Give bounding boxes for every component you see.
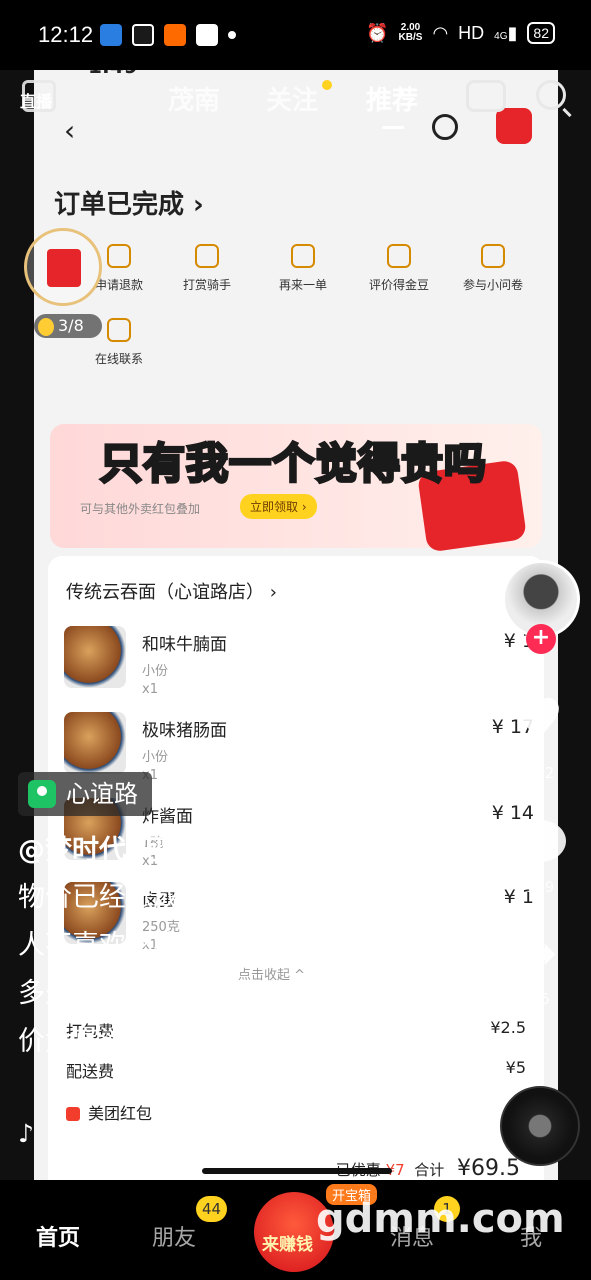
- follow-button[interactable]: +: [526, 624, 556, 654]
- item-name: 和味牛腩面: [142, 635, 227, 655]
- action-reorder: 再来一单: [258, 244, 348, 293]
- notification-icons: [100, 24, 236, 46]
- camera-icon[interactable]: [466, 80, 506, 112]
- home-indicator: [202, 1168, 392, 1174]
- active-tab-indicator: [382, 126, 404, 129]
- site-watermark: gdmm.com: [316, 1196, 565, 1242]
- share-count: 36: [530, 990, 550, 1008]
- signal-icon: 4G▮: [494, 22, 518, 43]
- tab-local[interactable]: 茂南: [168, 80, 220, 117]
- food-thumbnail: [64, 712, 126, 774]
- following-update-dot: [322, 80, 332, 90]
- item-name: 极味猪肠面: [142, 721, 227, 741]
- item-spec: 小份: [142, 750, 169, 765]
- nav-friends[interactable]: 朋友: [152, 1220, 196, 1252]
- system-indicators: ⏰ 2.00 KB/S ◠ HD 4G▮ 82: [366, 22, 555, 44]
- promo-subtext: 可与其他外卖红包叠加: [80, 502, 201, 516]
- music-disc[interactable]: [500, 1086, 580, 1166]
- inner-time: 1:49: [88, 70, 138, 78]
- app-notification-icon: [100, 24, 122, 46]
- system-status-bar: 12:12 ⏰ 2.00 KB/S ◠ HD 4G▮ 82: [0, 0, 591, 70]
- location-name: 心谊路: [66, 780, 138, 808]
- action-review: 评价得金豆: [354, 244, 444, 293]
- network-type: HD: [458, 22, 485, 43]
- food-thumbnail: [64, 626, 126, 688]
- tab-following[interactable]: 关注: [266, 80, 318, 117]
- top-navigation: 直播 茂南 关注 推荐: [0, 80, 591, 129]
- like-count: 242: [525, 764, 555, 782]
- music-note-icon: ♪: [18, 1119, 34, 1148]
- like-heart-icon[interactable]: [510, 686, 570, 754]
- app2-notification-icon: [196, 24, 218, 46]
- comment-count: 199: [525, 878, 555, 896]
- live-button[interactable]: 直播: [20, 88, 52, 112]
- order-detail-card: 传统云吞面（心谊路店） › 和味牛腩面 小份 x1 ¥ 1 极味猪肠面 小份 x…: [48, 556, 544, 1180]
- promo-claim-button: 立即领取 ›: [240, 494, 317, 519]
- translate-notification-icon: [132, 24, 154, 46]
- red-envelope-icon: [47, 249, 81, 287]
- list-item: 和味牛腩面 小份 x1 ¥ 1: [64, 626, 534, 706]
- video-description: 物价已经涨成这样了吗，难怪外地人不喜欢吃我们传统竹升面，要吃多少个才饱？#竹升面…: [18, 882, 428, 1057]
- share-icon[interactable]: [510, 924, 570, 984]
- item-spec: 小份: [142, 664, 169, 679]
- location-pin-icon: [28, 780, 56, 808]
- tab-recommend[interactable]: 推荐: [366, 80, 418, 117]
- author-name[interactable]: @梦时代·阿Show: [18, 828, 245, 867]
- battery-indicator: 82: [527, 22, 555, 44]
- order-actions: 申请退款 打赏骑手 再来一单 评价得金豆 参与小问卷 在线联系: [54, 214, 548, 366]
- network-speed: 2.00 KB/S: [398, 22, 423, 43]
- taobao-notification-icon: [164, 24, 186, 46]
- action-tip-rider: 打赏骑手: [162, 244, 252, 293]
- wifi-icon: ◠: [432, 22, 449, 43]
- collapse-button[interactable]: 收起: [362, 1048, 416, 1087]
- inner-status-icons: [428, 70, 518, 72]
- system-time: 12:12: [38, 22, 94, 47]
- earn-label: 来赚钱: [262, 1235, 313, 1255]
- music-title: 代·阿Show创作的原: [48, 1119, 274, 1148]
- location-tag[interactable]: 心谊路: [18, 772, 152, 816]
- item-qty: x1: [142, 682, 158, 697]
- bottom-navigation: 首页 朋友 44 来赚钱 开宝箱 消息 1 我 gdmm.com: [0, 1180, 591, 1280]
- alarm-icon: ⏰: [366, 22, 389, 43]
- search-icon[interactable]: [536, 80, 566, 110]
- nav-home[interactable]: 首页: [36, 1220, 80, 1252]
- action-survey: 参与小问卷: [448, 244, 538, 293]
- friends-badge: 44: [196, 1196, 228, 1222]
- red-packet-widget[interactable]: [24, 228, 102, 306]
- shop-name: 传统云吞面（心谊路店） ›: [66, 582, 277, 603]
- more-notifications-dot: [228, 31, 236, 39]
- video-overlay-caption: 只有我一个觉得贵吗: [98, 438, 488, 490]
- music-info[interactable]: ♪ 代·阿Show创作的原: [18, 1114, 273, 1150]
- comment-icon[interactable]: [510, 818, 570, 868]
- gold-coin-icon: [38, 318, 54, 336]
